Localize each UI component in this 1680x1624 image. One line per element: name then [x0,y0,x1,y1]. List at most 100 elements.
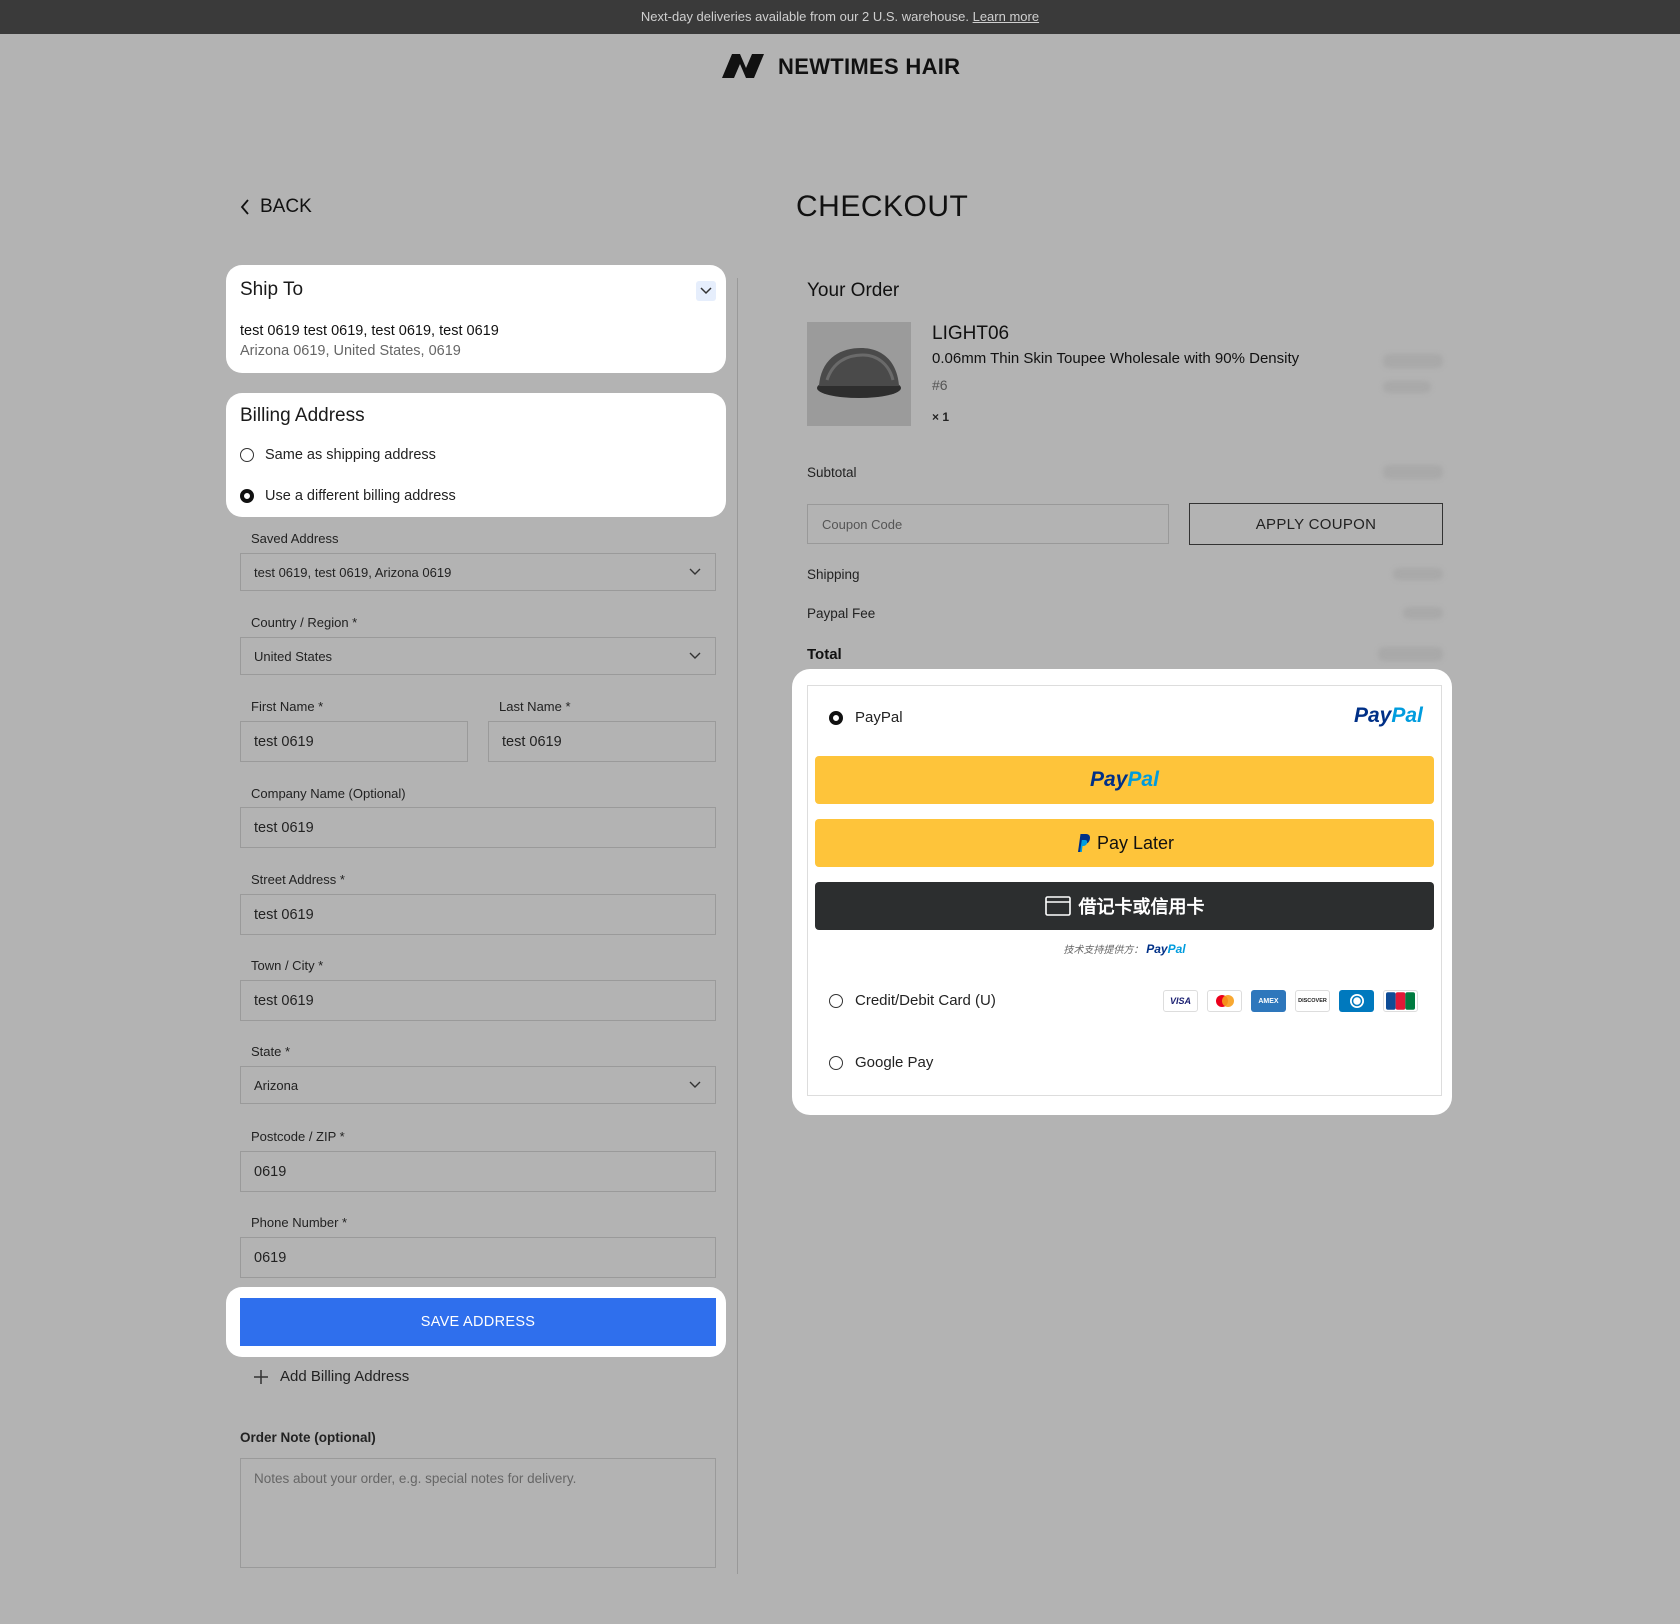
paypal-logo-pay: Pay [1354,704,1392,727]
paypal-button[interactable]: PayPal [815,756,1434,804]
saved-address-value: test 0619, test 0619, Arizona 0619 [254,564,452,580]
visa-icon: VISA [1163,990,1198,1012]
last-name-input[interactable]: test 0619 [488,721,716,762]
product-variant: #6 [932,377,948,393]
paypal-option[interactable]: PayPal [829,709,903,726]
debit-credit-card-button[interactable]: 借记卡或信用卡 [815,882,1434,930]
announcement-text: Next-day deliveries available from our 2… [640,9,969,24]
chevron-down-icon [689,652,701,659]
paypal-fee-value-blurred [1403,607,1443,619]
toupee-image [817,348,901,398]
postcode-input[interactable]: 0619 [240,1151,716,1192]
radio-different[interactable] [240,489,254,503]
radio-google-pay[interactable] [829,1055,843,1070]
add-billing-address-link[interactable]: Add Billing Address [254,1368,409,1385]
country-select[interactable]: United States [240,637,716,675]
page-title: CHECKOUT [796,190,969,223]
brand-mark-icon [721,54,764,78]
coupon-input[interactable]: Coupon Code [807,504,1169,544]
billing-same-option[interactable]: Same as shipping address [240,447,436,463]
powered-by-paypal: 技术支持提供方： PayPal [815,941,1434,956]
chevron-down-icon [689,568,701,575]
radio-credit-card[interactable] [829,993,843,1008]
saved-address-label: Saved Address [251,531,339,546]
paypal-logo: PayPal [1354,704,1423,728]
learn-more-link[interactable]: Learn more [973,9,1039,24]
first-name-input[interactable]: test 0619 [240,721,468,762]
billing-different-option[interactable]: Use a different billing address [240,488,456,504]
order-note-label: Order Note (optional) [240,1430,376,1445]
subtotal-label: Subtotal [807,465,857,480]
announcement-bar: Next-day deliveries available from our 2… [0,0,1680,34]
total-label: Total [807,646,842,663]
ship-to-title: Ship To [240,279,304,300]
card-icon [1044,896,1071,916]
brand-name: NEWTIMES HAIR [778,54,961,79]
diners-icon [1339,990,1374,1012]
ship-to-line1: test 0619 test 0619, test 0619, test 061… [240,323,499,339]
powered-by-logo: PayPal [1146,942,1185,956]
phone-input[interactable]: 0619 [240,1237,716,1278]
product-code: LIGHT06 [932,323,1010,344]
powered-by-pay: Pay [1146,942,1168,956]
street-label: Street Address * [251,872,345,887]
save-address-button[interactable]: SAVE ADDRESS [240,1298,716,1346]
apply-coupon-button[interactable]: APPLY COUPON [1189,503,1443,545]
street-input[interactable]: test 0619 [240,894,716,935]
card-brand-logos: VISA AMEX DISCOVER [1163,990,1418,1012]
chevron-down-icon [700,287,712,295]
total-value-blurred [1378,647,1443,661]
state-select[interactable]: Arizona [240,1066,716,1104]
your-order-title: Your Order [807,280,900,301]
chevron-left-icon [240,199,249,215]
credit-card-option[interactable]: Credit/Debit Card (U) [829,992,996,1009]
company-input[interactable]: test 0619 [240,807,716,848]
paypal-option-label: PayPal [855,709,903,726]
google-pay-label: Google Pay [855,1054,934,1071]
subtotal-value-blurred [1383,465,1443,479]
shipping-label: Shipping [807,567,860,582]
back-link[interactable]: BACK [240,196,312,218]
company-label: Company Name (Optional) [251,786,406,801]
powered-by-text: 技术支持提供方： [1063,945,1144,956]
order-note-textarea[interactable]: Notes about your order, e.g. special not… [240,1458,716,1568]
radio-paypal[interactable] [829,710,843,725]
phone-label: Phone Number * [251,1215,348,1230]
state-value: Arizona [254,1077,299,1093]
product-price-original-blurred [1383,381,1431,393]
pay-later-button[interactable]: Pay Later [815,819,1434,867]
debit-credit-card-label: 借记卡或信用卡 [1078,897,1205,917]
ship-to-card: Ship To test 0619 test 0619, test 0619, … [226,265,726,373]
paypal-logo-pal: Pal [1391,704,1423,727]
saved-address-select[interactable]: test 0619, test 0619, Arizona 0619 [240,553,716,591]
product-name: 0.06mm Thin Skin Toupee Wholesale with 9… [932,350,1300,367]
credit-card-label: Credit/Debit Card (U) [855,992,996,1009]
brand-logo[interactable]: NEWTIMES HAIR [0,52,1680,80]
ship-to-line2: Arizona 0619, United States, 0619 [240,343,461,359]
back-label: BACK [260,196,312,217]
country-value: United States [254,648,333,664]
billing-title: Billing Address [240,405,365,426]
add-billing-label: Add Billing Address [280,1368,410,1385]
paypal-button-pay: Pay [1090,768,1128,791]
chevron-down-icon [689,1081,701,1088]
discover-icon: DISCOVER [1295,990,1330,1012]
radio-same[interactable] [240,448,254,462]
paypal-p-icon [1077,834,1090,852]
shipping-value-blurred [1393,568,1443,580]
city-input[interactable]: test 0619 [240,980,716,1021]
billing-different-label: Use a different billing address [265,488,456,504]
paypal-fee-label: Paypal Fee [807,606,876,621]
column-divider [737,278,738,1574]
product-price-blurred [1383,354,1443,368]
plus-icon [254,1369,268,1384]
product-image[interactable] [807,322,911,426]
state-label: State * [251,1044,291,1059]
ship-to-toggle[interactable] [696,281,716,301]
google-pay-option[interactable]: Google Pay [829,1054,933,1071]
last-name-label: Last Name * [499,699,571,714]
billing-same-label: Same as shipping address [265,447,436,463]
product-quantity: × 1 [932,410,950,424]
first-name-label: First Name * [251,699,324,714]
amex-icon: AMEX [1251,990,1286,1012]
